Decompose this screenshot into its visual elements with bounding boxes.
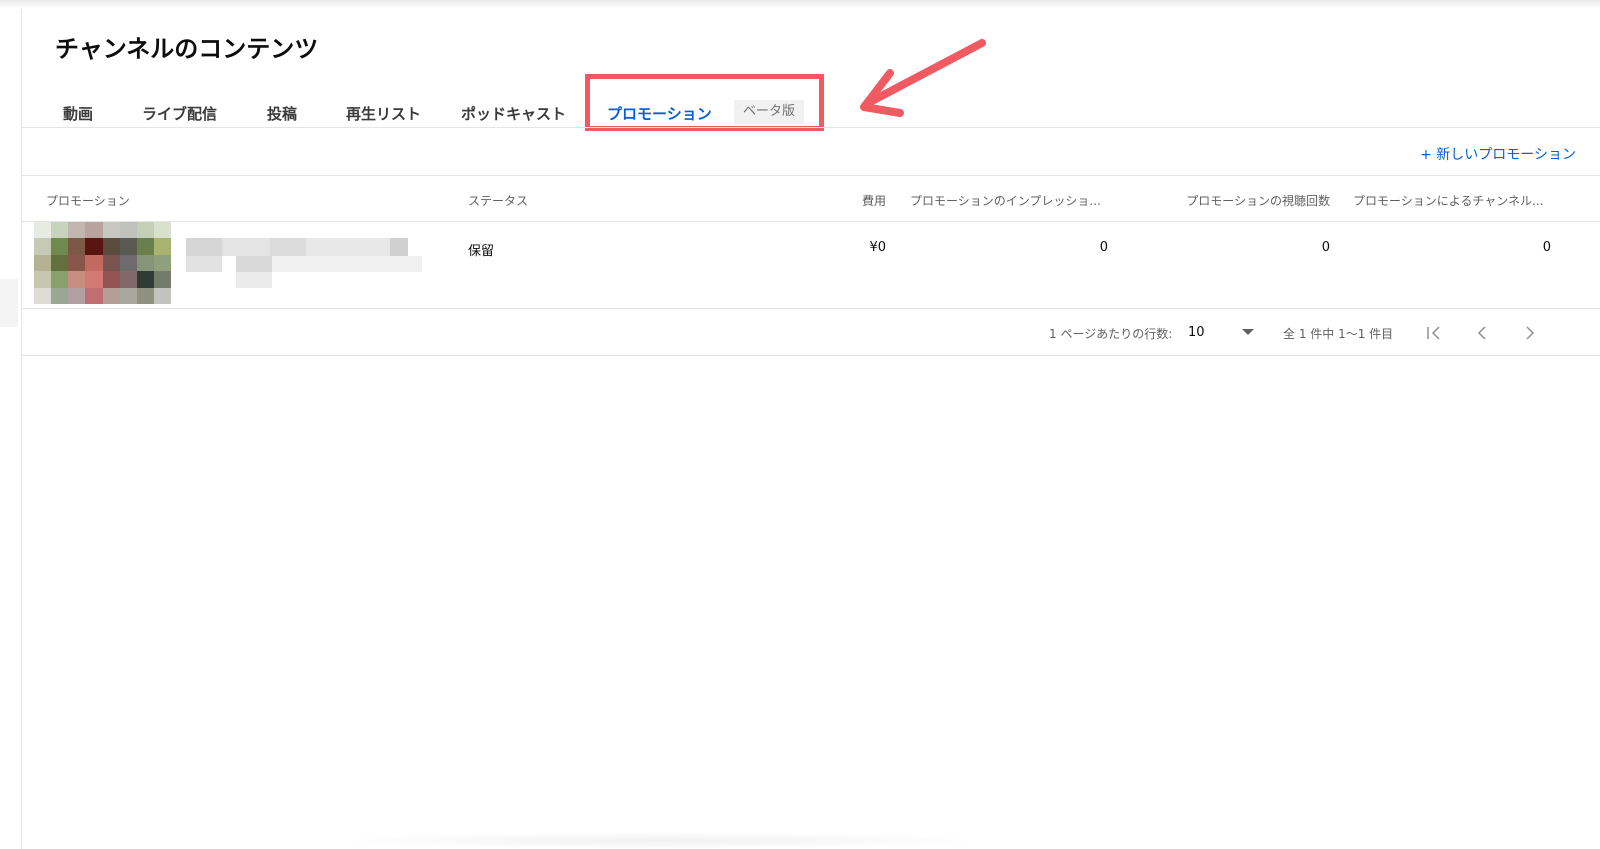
thumbnail-pixel: [102, 271, 120, 288]
pagination-bar: 1 ページあたりの行数: 10 全 1 件中 1〜1 件目: [22, 309, 1600, 355]
first-page-button[interactable]: [1422, 321, 1446, 345]
thumbnail-pixel: [85, 271, 103, 288]
rows-per-page-label: 1 ページあたりの行数:: [1049, 327, 1173, 341]
tab-podcasts[interactable]: ポッドキャスト: [461, 103, 566, 124]
channel-cell: 0: [1542, 240, 1551, 255]
thumbnail-pixel: [136, 287, 154, 304]
thumbnail-pixel: [102, 254, 120, 272]
bottom-shadow: [330, 832, 990, 849]
pagination-divider: [22, 355, 1600, 356]
thumbnail-pixel: [85, 238, 103, 255]
next-page-button[interactable]: [1518, 321, 1542, 345]
tab-live[interactable]: ライブ配信: [142, 103, 217, 124]
thumbnail-pixel: [85, 287, 103, 304]
rows-per-page-select[interactable]: 10: [1188, 323, 1254, 343]
thumbnail-pixel: [102, 222, 120, 239]
column-header-promotion[interactable]: プロモーション: [46, 192, 130, 209]
thumbnail-pixel: [102, 238, 120, 255]
tab-posts[interactable]: 投稿: [267, 103, 297, 124]
thumbnail-pixel: [119, 271, 137, 288]
chevron-left-icon: [1477, 326, 1486, 340]
thumbnail-pixel: [119, 254, 137, 272]
thumbnail-pixel: [119, 287, 137, 304]
impressions-cell: 0: [1099, 240, 1108, 255]
promotion-title-redacted: [186, 238, 426, 288]
thumbnail-pixel: [119, 222, 137, 239]
column-header-impressions[interactable]: プロモーションのインプレッショ...: [910, 192, 1106, 209]
left-rail: [0, 9, 22, 849]
thumbnail-pixel: [85, 222, 103, 239]
topbar-shadow: [0, 0, 1600, 9]
thumbnail-pixel: [51, 222, 69, 239]
column-header-cost[interactable]: 費用: [842, 192, 886, 209]
status-cell: 保留: [468, 244, 495, 259]
column-header-channel[interactable]: プロモーションによるチャンネル...: [1353, 192, 1549, 209]
column-header-status[interactable]: ステータス: [468, 192, 528, 209]
tab-promotions[interactable]: プロモーション: [607, 103, 712, 124]
beta-badge: ベータ版: [734, 100, 804, 124]
tab-bar: 動画 ライブ配信 投稿 再生リスト ポッドキャスト プロモーション ベータ版: [22, 79, 1600, 139]
tab-playlists[interactable]: 再生リスト: [346, 103, 421, 124]
thumbnail-pixel: [102, 287, 120, 304]
chevron-right-icon: [1526, 326, 1535, 340]
thumbnail-pixel: [136, 222, 154, 239]
table-row[interactable]: 保留 ¥0 0 0 0: [22, 222, 1600, 309]
page-title: チャンネルのコンテンツ: [55, 35, 319, 63]
thumbnail-pixel: [51, 287, 69, 304]
thumbnail-pixel: [68, 254, 86, 272]
thumbnail-pixel: [153, 238, 171, 255]
thumbnail-pixel: [34, 222, 52, 239]
thumbnail-pixel: [68, 271, 86, 288]
new-promotion-button[interactable]: + 新しいプロモーション: [1420, 144, 1576, 164]
thumbnail-pixel: [153, 271, 171, 288]
column-header-views[interactable]: プロモーションの視聴回数: [1142, 192, 1330, 209]
previous-page-button[interactable]: [1470, 321, 1494, 345]
thumbnail-pixel: [68, 287, 86, 304]
thumbnail-pixel: [136, 238, 154, 255]
thumbnail-pixel: [34, 254, 52, 272]
page-range-label: 全 1 件中 1〜1 件目: [1283, 327, 1394, 341]
thumbnail-pixel: [34, 271, 52, 288]
cost-cell: ¥0: [869, 240, 886, 255]
thumbnail-pixel: [68, 222, 86, 239]
thumbnail-pixel: [34, 287, 52, 304]
page: チャンネルのコンテンツ 動画 ライブ配信 投稿 再生リスト ポッドキャスト プロ…: [0, 0, 1600, 849]
thumbnail-pixel: [34, 238, 52, 255]
main-content: チャンネルのコンテンツ 動画 ライブ配信 投稿 再生リスト ポッドキャスト プロ…: [22, 9, 1600, 849]
thumbnail-pixel: [51, 254, 69, 272]
tabs-divider: [22, 127, 1600, 128]
thumbnail-pixel: [51, 271, 69, 288]
first-page-icon: [1427, 326, 1440, 340]
table-header: プロモーション ステータス 費用 プロモーションのインプレッショ... プロモー…: [22, 176, 1600, 222]
thumbnail-pixel: [153, 287, 171, 304]
thumbnail-pixel: [68, 238, 86, 255]
thumbnail-pixel: [85, 254, 103, 272]
thumbnail-pixel: [153, 254, 171, 272]
thumbnail-pixel: [51, 238, 69, 255]
thumbnail-pixel: [153, 222, 171, 239]
promotion-thumbnail[interactable]: [34, 222, 171, 304]
thumbnail-pixel: [136, 254, 154, 272]
rail-item[interactable]: [0, 279, 18, 327]
tab-videos[interactable]: 動画: [63, 103, 93, 124]
views-cell: 0: [1321, 240, 1330, 255]
rows-per-page-value: 10: [1188, 325, 1205, 340]
thumbnail-pixel: [119, 238, 137, 255]
thumbnail-pixel: [136, 271, 154, 288]
caret-down-icon: [1242, 329, 1254, 335]
